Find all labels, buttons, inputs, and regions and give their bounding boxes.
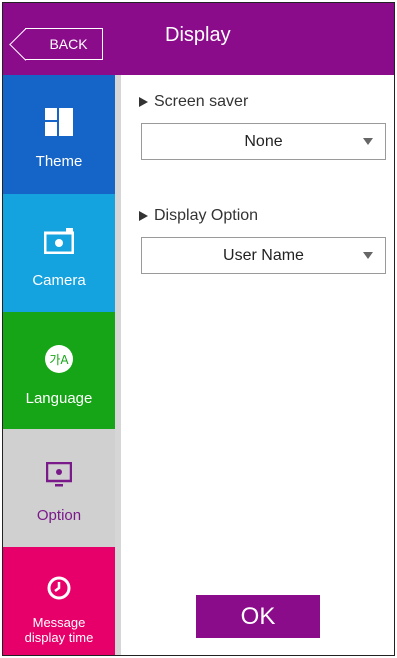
triangle-right-icon	[139, 97, 148, 107]
sidebar-item-label: Camera	[32, 272, 86, 289]
triangle-right-icon	[139, 211, 148, 221]
display-option-select[interactable]: User Name	[141, 237, 386, 274]
back-button[interactable]: BACK	[25, 28, 103, 60]
sidebar-item-label: Option	[36, 507, 82, 524]
screen-saver-label: Screen saver	[139, 93, 248, 111]
sidebar-item-camera[interactable]: Camera	[3, 194, 115, 312]
language-icon: 가A	[44, 342, 74, 376]
clock-icon	[47, 571, 71, 605]
sidebar-item-label: Language	[25, 390, 93, 407]
display-option-label-text: Display Option	[154, 207, 259, 224]
ok-button-label: OK	[240, 602, 276, 630]
sidebar-item-option[interactable]: Option	[3, 429, 115, 547]
chevron-down-icon	[363, 138, 373, 145]
back-button-label: BACK	[49, 36, 88, 52]
display-option-label: Display Option	[139, 207, 258, 225]
camera-icon	[44, 224, 74, 258]
screen-saver-label-text: Screen saver	[154, 93, 249, 110]
screen-saver-select[interactable]: None	[141, 123, 386, 160]
sidebar-item-label: Message display time	[24, 615, 94, 645]
header-bar: BACK Display	[3, 3, 394, 75]
app-frame: BACK Display Theme Camera 가A Language Op…	[2, 2, 395, 656]
sidebar-item-message-display-time[interactable]: Message display time	[3, 547, 115, 655]
screen-saver-value: None	[244, 132, 283, 150]
sidebar-item-label: Theme	[35, 153, 83, 170]
sidebar-item-theme[interactable]: Theme	[3, 75, 115, 194]
sidebar: Theme Camera 가A Language Option Message …	[3, 75, 117, 655]
option-icon	[46, 459, 72, 493]
sidebar-item-language[interactable]: 가A Language	[3, 312, 115, 429]
chevron-down-icon	[363, 252, 373, 259]
main-content: Screen saver None Display Option User Na…	[121, 75, 394, 655]
display-option-value: User Name	[223, 246, 304, 264]
page-title: Display	[165, 24, 231, 46]
theme-icon	[45, 105, 73, 139]
language-icon-text: 가A	[49, 353, 69, 367]
ok-button[interactable]: OK	[196, 595, 320, 638]
